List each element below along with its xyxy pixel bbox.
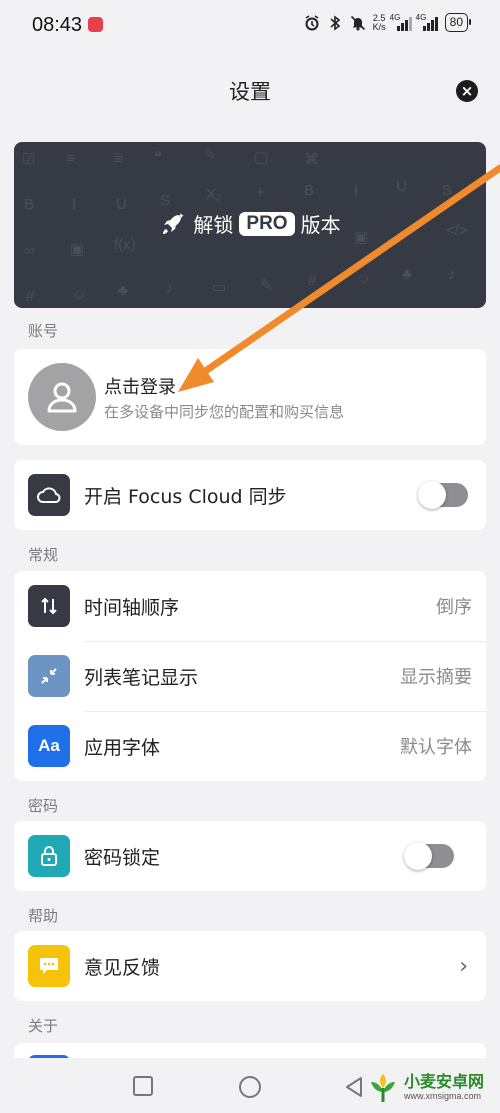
avatar [28, 363, 96, 431]
section-label-password: 密码 [28, 797, 59, 815]
password-lock-row[interactable]: 密码锁定 [14, 821, 486, 891]
sort-arrows-icon [28, 585, 70, 627]
cloud-sync-label: 开启 Focus Cloud 同步 [84, 485, 287, 508]
chat-bubble-icon [28, 945, 70, 987]
mute-bell-icon [350, 15, 366, 31]
timeline-order-label: 时间轴顺序 [84, 596, 180, 619]
pro-badge: PRO [239, 211, 295, 236]
bluetooth-icon [327, 14, 343, 31]
app-font-value: 默认字体 [400, 737, 472, 758]
cloud-sync-toggle[interactable] [418, 481, 468, 509]
password-lock-label: 密码锁定 [84, 846, 161, 869]
unlock-pro-label: 解锁 PRO 版本 [14, 209, 486, 238]
timeline-order-value: 倒序 [436, 597, 472, 618]
status-icons: 2.5 K/s 4G 4G 80 [304, 12, 472, 32]
section-label-about: 关于 [28, 1017, 59, 1035]
cloud-sync-row[interactable]: 开启 Focus Cloud 同步 [14, 460, 486, 530]
cloud-icon [28, 474, 70, 516]
page-title: 设置 [229, 80, 271, 104]
help-card: 意见反馈 › [14, 931, 486, 1001]
network-speed: 2.5 K/s [372, 12, 386, 32]
list-note-display-value: 显示摘要 [400, 667, 472, 688]
password-card: 密码锁定 [14, 821, 486, 891]
chevron-right-icon: › [459, 953, 468, 979]
status-time: 08:43 [32, 14, 83, 36]
collapse-arrows-icon [28, 655, 70, 697]
feedback-label: 意见反馈 [84, 956, 161, 979]
battery-icon: 80 [444, 13, 472, 32]
rocket-icon [163, 212, 185, 234]
alarm-icon [304, 14, 320, 31]
login-subtitle: 在多设备中同步您的配置和购买信息 [104, 403, 345, 421]
password-lock-toggle[interactable] [404, 842, 454, 870]
unlock-prefix: 解锁 [193, 213, 234, 237]
user-icon [47, 382, 77, 413]
timeline-order-row[interactable]: 时间轴顺序 倒序 [14, 571, 486, 641]
feedback-row[interactable]: 意见反馈 › [14, 931, 486, 1001]
lock-icon [28, 835, 70, 877]
font-icon: Aa [28, 725, 70, 767]
signal-1-icon: 4G [390, 13, 412, 31]
section-label-help: 帮助 [28, 907, 59, 925]
list-note-display-row[interactable]: 列表笔记显示 显示摘要 [14, 641, 486, 711]
home-button[interactable] [239, 1076, 261, 1098]
general-card: 时间轴顺序 倒序 列表笔记显示 显示摘要 Aa 应用字体 默认字体 [14, 571, 486, 781]
section-label-account: 账号 [28, 322, 59, 340]
recent-apps-button[interactable] [133, 1076, 153, 1096]
watermark-logo-icon [371, 1074, 395, 1102]
app-font-label: 应用字体 [84, 736, 161, 759]
screen-record-icon [88, 17, 103, 32]
watermark-url: www.xmsigma.com [404, 1091, 482, 1101]
unlock-pro-banner[interactable]: ☑ ≡ ≣ ❝ ✎ ▢ ⌘ B I U S X₂ + B I U S ∞ ▣ f(x) ▣ + </> # ☺ ♣ ♪ ▭ ✎ # ☺… [14, 142, 486, 308]
login-card[interactable]: 点击登录 在多设备中同步您的配置和购买信息 [14, 349, 486, 445]
watermark: 小麦安卓网 www.xmsigma.com [366, 1070, 484, 1104]
section-label-general: 常规 [28, 546, 59, 564]
status-bar: 08:43 2.5 K/s 4G 4G 80 [0, 0, 500, 52]
watermark-text: 小麦安卓网 [404, 1072, 485, 1091]
cloud-sync-card: 开启 Focus Cloud 同步 [14, 460, 486, 530]
app-font-row[interactable]: Aa 应用字体 默认字体 [14, 711, 486, 781]
list-note-display-label: 列表笔记显示 [84, 666, 199, 689]
close-icon[interactable]: × [456, 80, 478, 102]
login-title: 点击登录 [104, 377, 176, 398]
back-button[interactable] [344, 1076, 364, 1098]
unlock-suffix: 版本 [300, 213, 341, 237]
signal-2-icon: 4G [416, 13, 438, 31]
